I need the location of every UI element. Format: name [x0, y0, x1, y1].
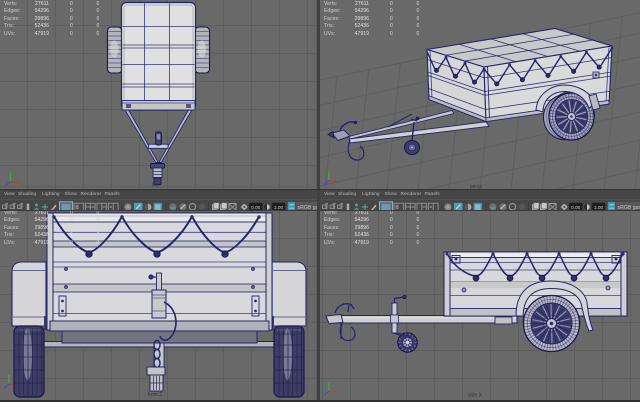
svg-text:1.00: 1.00 — [594, 205, 604, 211]
svg-text:front Z: front Z — [148, 392, 162, 398]
svg-text:0.00: 0.00 — [571, 205, 581, 211]
svg-text:top: top — [152, 183, 159, 189]
svg-text:0.00: 0.00 — [251, 205, 261, 211]
svg-text:sRGB gamma: sRGB gamma — [618, 205, 640, 211]
svg-text:side X: side X — [468, 393, 483, 399]
svg-text:1.00: 1.00 — [274, 205, 284, 211]
